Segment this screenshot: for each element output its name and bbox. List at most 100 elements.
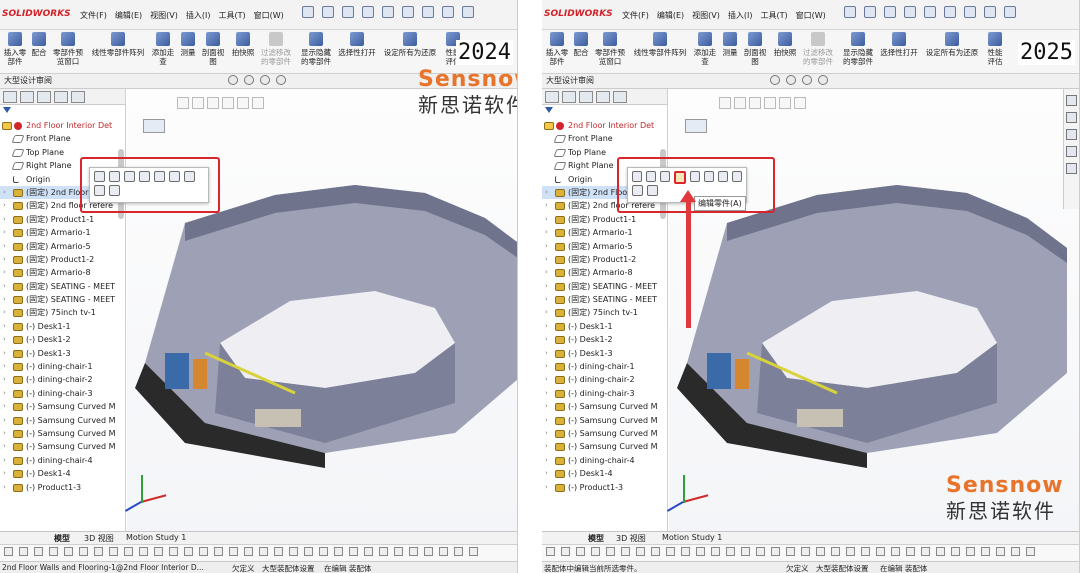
tree-item[interactable]: › (-) Samsung Curved M [0, 414, 125, 427]
filter-tool-icon[interactable] [816, 547, 825, 556]
tree-item[interactable]: › (-) Desk1-3 [0, 347, 125, 360]
tree-item[interactable]: › (固定) Armario-5 [542, 240, 667, 253]
tree-item[interactable]: Front Plane [0, 132, 125, 145]
filter-tool-icon[interactable] [921, 547, 930, 556]
tree-item[interactable]: › (固定) Product1-2 [542, 253, 667, 266]
filter-tool-icon[interactable] [214, 547, 223, 556]
filter-tool-icon[interactable] [289, 547, 298, 556]
tree-item[interactable]: › (-) Desk1-4 [542, 467, 667, 480]
tree-item[interactable]: › (固定) SEATING - MEET [0, 280, 125, 293]
tab-3d-view[interactable]: 3D 视图 [616, 533, 646, 544]
selective-open-button[interactable]: 选择性打开 [336, 32, 378, 57]
filter-tool-icon[interactable] [424, 547, 433, 556]
filter-tool-icon[interactable] [304, 547, 313, 556]
menu-file[interactable]: 文件(F) [80, 10, 107, 21]
linear-pattern-button[interactable]: 线性零部件阵列 [89, 32, 147, 57]
filter-tool-icon[interactable] [681, 547, 690, 556]
menu-insert[interactable]: 插入(I) [186, 10, 211, 21]
filter-tool-icon[interactable] [891, 547, 900, 556]
filter-tool-icon[interactable] [64, 547, 73, 556]
menu-file[interactable]: 文件(F) [622, 10, 649, 21]
tree-item[interactable]: › (固定) 75inch tv-1 [542, 306, 667, 319]
tree-root[interactable]: 2nd Floor Interior Det [0, 119, 125, 132]
zoom-area-icon[interactable] [244, 75, 254, 85]
print-icon[interactable] [924, 6, 936, 18]
filter-tool-icon[interactable] [109, 547, 118, 556]
filter-tool-icon[interactable] [996, 547, 1005, 556]
filter-tool-icon[interactable] [606, 547, 615, 556]
rebuild-icon[interactable] [442, 6, 454, 18]
previous-view-icon[interactable] [802, 75, 812, 85]
dimxpert-icon[interactable] [596, 91, 610, 103]
display-manager-icon[interactable] [71, 91, 85, 103]
tree-item[interactable]: › (-) dining-chair-2 [542, 373, 667, 386]
filter-tool-icon[interactable] [259, 547, 268, 556]
tree-item[interactable]: › (固定) Armario-8 [0, 266, 125, 279]
filter-tool-icon[interactable] [951, 547, 960, 556]
filter-tool-icon[interactable] [439, 547, 448, 556]
performance-eval-button[interactable]: 性能评估 [984, 32, 1006, 66]
filter-tool-icon[interactable] [636, 547, 645, 556]
tab-motion-study[interactable]: Motion Study 1 [126, 533, 186, 542]
filter-tool-icon[interactable] [79, 547, 88, 556]
set-all-resolved-button[interactable]: 设定所有为还原 [381, 32, 439, 57]
property-manager-icon[interactable] [562, 91, 576, 103]
section-icon[interactable] [276, 75, 286, 85]
graphics-area[interactable] [666, 89, 1079, 531]
view-palette-icon[interactable] [1066, 146, 1077, 157]
filter-tool-icon[interactable] [876, 547, 885, 556]
show-hidden-button[interactable]: 显示隐藏的零部件 [298, 32, 334, 66]
tree-item[interactable]: › (-) Desk1-4 [0, 467, 125, 480]
section-view-button[interactable]: 剖面视图 [200, 32, 226, 66]
filter-tool-icon[interactable] [966, 547, 975, 556]
tree-item[interactable]: › (固定) Product1-2 [0, 253, 125, 266]
measure-button[interactable]: 测量 [179, 32, 197, 57]
filter-tool-icon[interactable] [454, 547, 463, 556]
select-icon[interactable] [422, 6, 434, 18]
config-manager-icon[interactable] [579, 91, 593, 103]
previous-view-icon[interactable] [260, 75, 270, 85]
zoom-fit-icon[interactable] [228, 75, 238, 85]
filter-tool-icon[interactable] [561, 547, 570, 556]
tree-item[interactable]: › (-) Desk1-2 [542, 333, 667, 346]
filter-tool-icon[interactable] [334, 547, 343, 556]
status-large-assembly[interactable]: 大型装配体设置 [816, 563, 869, 573]
linear-pattern-button[interactable]: 线性零部件阵列 [631, 32, 689, 57]
tree-item[interactable]: › (固定) SEATING - MEET [0, 293, 125, 306]
filter-tool-icon[interactable] [19, 547, 28, 556]
home-icon[interactable] [844, 6, 856, 18]
filter-tool-icon[interactable] [696, 547, 705, 556]
insert-components-button[interactable]: 插入零部件 [544, 32, 570, 66]
menu-tools[interactable]: 工具(T) [760, 10, 787, 21]
filter-tool-icon[interactable] [756, 547, 765, 556]
filter-tool-icon[interactable] [1026, 547, 1035, 556]
filter-tool-icon[interactable] [469, 547, 478, 556]
filter-tool-icon[interactable] [726, 547, 735, 556]
tree-item[interactable]: › (-) dining-chair-1 [542, 360, 667, 373]
tree-item[interactable]: › (-) dining-chair-2 [0, 373, 125, 386]
tree-item[interactable]: › (-) dining-chair-4 [0, 454, 125, 467]
filter-modified-button[interactable]: 过滤移改的零部件 [801, 32, 835, 66]
tab-model[interactable]: 模型 [54, 533, 70, 544]
tab-3d-view[interactable]: 3D 视图 [84, 533, 114, 544]
filter-tool-icon[interactable] [861, 547, 870, 556]
filter-tool-icon[interactable] [771, 547, 780, 556]
section-icon[interactable] [818, 75, 828, 85]
filter-modified-button[interactable]: 过滤移改的零部件 [259, 32, 293, 66]
save-icon[interactable] [362, 6, 374, 18]
tree-item[interactable]: › (固定) Armario-5 [0, 240, 125, 253]
tab-model[interactable]: 模型 [588, 533, 604, 544]
graphics-area[interactable] [124, 89, 517, 531]
filter-tool-icon[interactable] [1011, 547, 1020, 556]
filter-tool-icon[interactable] [711, 547, 720, 556]
config-manager-icon[interactable] [37, 91, 51, 103]
filter-tool-icon[interactable] [349, 547, 358, 556]
new-document-icon[interactable] [322, 6, 334, 18]
set-all-resolved-button[interactable]: 设定所有为还原 [923, 32, 981, 57]
filter-tool-icon[interactable] [4, 547, 13, 556]
filter-tool-icon[interactable] [576, 547, 585, 556]
tree-item[interactable]: Front Plane [542, 132, 667, 145]
filter-tool-icon[interactable] [546, 547, 555, 556]
tree-item[interactable]: › (-) Desk1-2 [0, 333, 125, 346]
tab-large-design-review[interactable]: 大型设计审阅 [546, 75, 594, 86]
